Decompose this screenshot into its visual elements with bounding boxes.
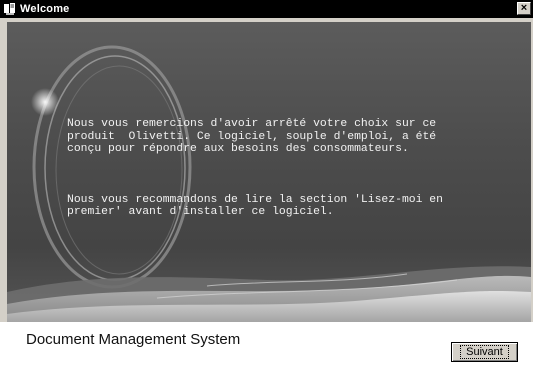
next-button[interactable]: Suivant bbox=[451, 342, 518, 362]
app-icon bbox=[3, 2, 17, 16]
welcome-banner: Nous vous remercions d'avoir arrêté votr… bbox=[7, 22, 531, 322]
close-button[interactable]: × bbox=[517, 2, 531, 15]
welcome-dialog: Welcome × Nous vous remercions d'avoir a… bbox=[0, 0, 533, 369]
window-title: Welcome bbox=[20, 3, 70, 15]
product-name: Document Management System bbox=[26, 331, 241, 348]
title-bar[interactable]: Welcome × bbox=[0, 0, 533, 18]
next-button-label: Suivant bbox=[460, 345, 509, 359]
welcome-paragraph-2: Nous vous recommandons de lire la sectio… bbox=[67, 193, 443, 219]
welcome-paragraph-1: Nous vous remercions d'avoir arrêté votr… bbox=[67, 118, 437, 155]
dialog-footer: Document Management System Suivant bbox=[0, 322, 533, 369]
welcome-message: Nous vous remercions d'avoir arrêté votr… bbox=[67, 93, 522, 257]
